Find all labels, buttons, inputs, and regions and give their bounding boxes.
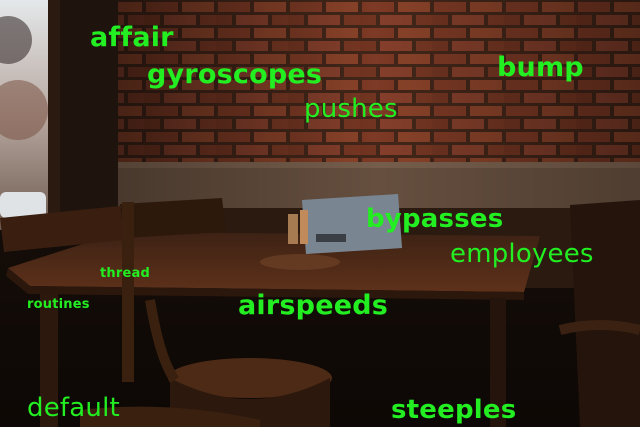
overlay-word-affair: affair bbox=[90, 22, 174, 53]
overlay-word-gyroscopes: gyroscopes bbox=[147, 59, 323, 90]
overlay-word-steeples: steeples bbox=[391, 395, 517, 425]
overlay-word-employees: employees bbox=[450, 239, 594, 269]
overlay-word-thread: thread bbox=[100, 266, 150, 281]
photo-scene: affair gyroscopes bump pushes bypasses e… bbox=[0, 0, 640, 427]
overlay-word-airspeeds: airspeeds bbox=[238, 290, 389, 321]
overlay-word-pushes: pushes bbox=[304, 94, 398, 124]
overlay-word-default: default bbox=[27, 393, 120, 423]
overlay-word-routines: routines bbox=[27, 297, 90, 312]
overlay-word-bump: bump bbox=[497, 52, 584, 83]
overlay-word-bypasses: bypasses bbox=[366, 204, 504, 234]
